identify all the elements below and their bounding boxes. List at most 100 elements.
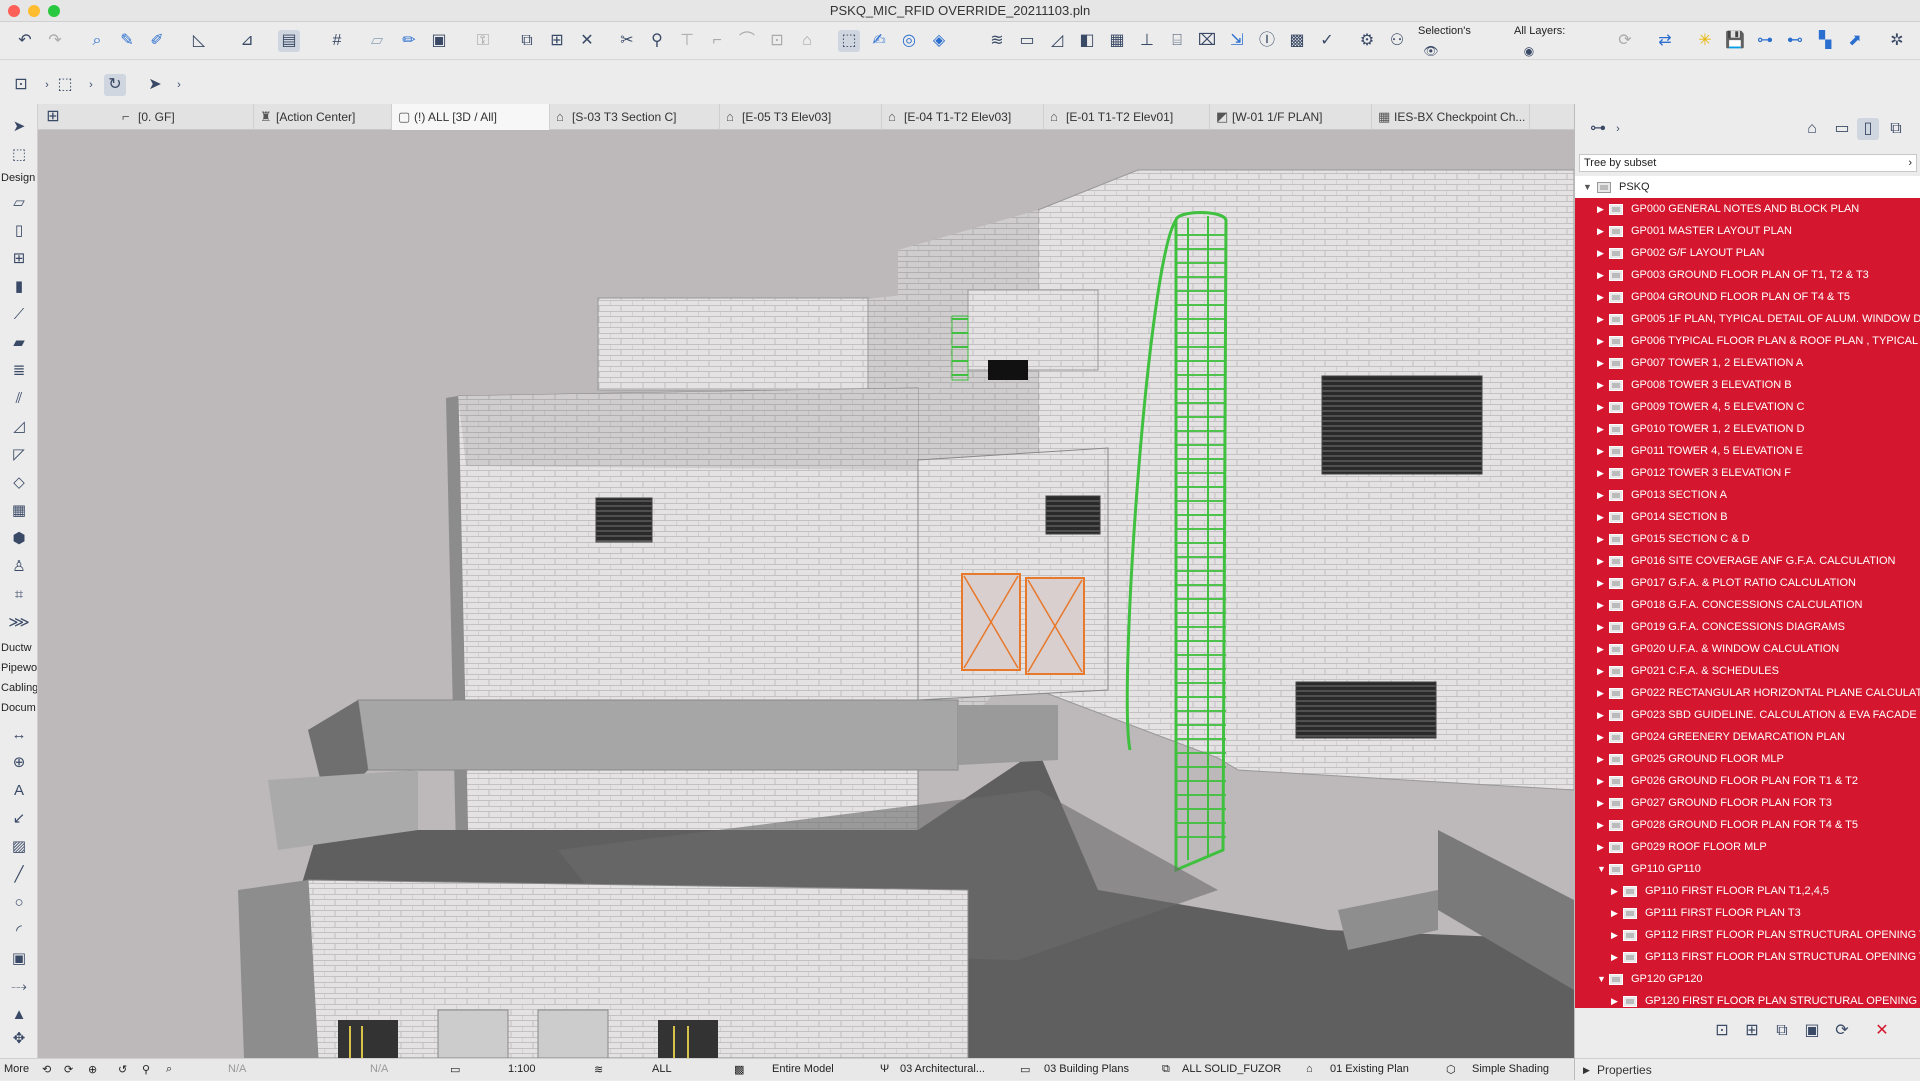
more-button[interactable]: More	[4, 1063, 29, 1075]
tree-item[interactable]: ▶ GP010 TOWER 1, 2 ELEVATION D	[1575, 418, 1920, 440]
renovation-icon[interactable]: ⚙	[1356, 30, 1378, 52]
offset-icon[interactable]: ⊤	[676, 30, 698, 52]
door-tool-icon[interactable]: ▯	[7, 220, 31, 242]
select-arrow-icon[interactable]: ➤	[7, 116, 31, 138]
stair-tool-icon[interactable]: ≣	[7, 360, 31, 382]
refresh-icon[interactable]: ⟳	[1614, 30, 1636, 52]
chevron-right-icon[interactable]: ▶	[1597, 198, 1604, 220]
tree-item[interactable]: ▶ GP022 RECTANGULAR HORIZONTAL PLANE CALC…	[1575, 682, 1920, 704]
zoom-in-icon[interactable]: ⊕	[88, 1063, 97, 1076]
chevron-right-icon[interactable]: ▶	[1597, 264, 1604, 286]
chevron-right-icon[interactable]: ▶	[1597, 462, 1604, 484]
snap-guide-icon[interactable]: ⊿	[236, 30, 258, 52]
figure-tool-icon[interactable]: ▣	[7, 948, 31, 970]
chevron-down-icon[interactable]: ▼	[1597, 968, 1606, 990]
chevron-right-icon[interactable]: ▶	[1597, 660, 1604, 682]
tab-view[interactable]: ⌂ [E-05 T3 Elev03]	[720, 104, 882, 130]
minimize-window-button[interactable]	[28, 5, 40, 17]
properties-toggle[interactable]: ▶ Properties	[1575, 1058, 1920, 1080]
curtain-wall-tool-icon[interactable]: ▦	[7, 500, 31, 522]
wall-tool-icon[interactable]: ▱	[7, 192, 31, 214]
chevron-right-icon[interactable]: ▶	[1597, 286, 1604, 308]
split-icon[interactable]: ✂	[616, 30, 638, 52]
tab-overview-icon[interactable]: ⊞	[42, 106, 64, 128]
tab-view[interactable]: ▦ IES-BX Checkpoint Ch...	[1372, 104, 1530, 130]
chevron-right-icon[interactable]: ▶	[1597, 814, 1604, 836]
dimension-icon[interactable]: ⊥	[1136, 30, 1158, 52]
spark-icon[interactable]: ✳	[1694, 30, 1716, 52]
marquee-icon[interactable]: ⬚	[7, 144, 31, 166]
toolbox-group-ductwork[interactable]: Ductw	[1, 642, 37, 654]
fill-tool-icon[interactable]: ▨	[7, 836, 31, 858]
new-layout-icon[interactable]: ⊡	[1711, 1020, 1733, 1042]
pencil-icon[interactable]: ✏	[398, 30, 420, 52]
layers-icon[interactable]: ⧉	[516, 30, 538, 52]
eye-icon[interactable]: 👁	[1420, 40, 1442, 62]
tree-item[interactable]: ▶ GP015 SECTION C & D	[1575, 528, 1920, 550]
window-tool-icon[interactable]: ⊞	[7, 248, 31, 270]
tree-item[interactable]: ▶ GP018 G.F.A. CONCESSIONS CALCULATION	[1575, 594, 1920, 616]
tree-item-child[interactable]: ▶ GP112 FIRST FLOOR PLAN STRUCTURAL OPENI…	[1575, 924, 1920, 946]
tree-item[interactable]: ▶ GP019 G.F.A. CONCESSIONS DIAGRAMS	[1575, 616, 1920, 638]
tree-item[interactable]: ▶ GP007 TOWER 1, 2 ELEVATION A	[1575, 352, 1920, 374]
beam-tool-icon[interactable]: ⟋	[7, 304, 31, 326]
tree-item[interactable]: ▶ GP000 GENERAL NOTES AND BLOCK PLAN	[1575, 198, 1920, 220]
renovation-value[interactable]: 01 Existing Plan	[1330, 1063, 1409, 1075]
trim-icon[interactable]: ⊞	[546, 30, 568, 52]
tree-item[interactable]: ▶ GP027 GROUND FLOOR PLAN FOR T3	[1575, 792, 1920, 814]
solid-ops-icon[interactable]: ◎	[898, 30, 920, 52]
grid-pattern-icon[interactable]: ▚	[1814, 30, 1836, 52]
tree-item[interactable]: ▶ GP021 C.F.A. & SCHEDULES	[1575, 660, 1920, 682]
undo-icon[interactable]: ↶	[14, 30, 36, 52]
walk-icon[interactable]: ⚲	[142, 1063, 150, 1076]
tab-view[interactable]: ⌂ [E-01 T1-T2 Elev01]	[1044, 104, 1210, 130]
chevron-down-icon[interactable]: ▼	[1597, 858, 1606, 880]
tree-item[interactable]: ▶ GP029 ROOF FLOOR MLP	[1575, 836, 1920, 858]
schedule-icon[interactable]: ▩	[1286, 30, 1308, 52]
chevron-right-icon[interactable]: ▶	[1611, 924, 1618, 946]
level-dimension-icon[interactable]: ⊕	[7, 752, 31, 774]
tree-item-child[interactable]: ▶ GP111 FIRST FLOOR PLAN T3	[1575, 902, 1920, 924]
tree-item[interactable]: ▶ GP008 TOWER 3 ELEVATION B	[1575, 374, 1920, 396]
polyline-tool-icon[interactable]: ◜	[7, 920, 31, 942]
check-icon[interactable]: ✓	[1316, 30, 1338, 52]
selection-marquee-icon[interactable]: ⬚	[54, 74, 76, 96]
mesh-tool-icon[interactable]: ⋙	[7, 612, 31, 634]
marquee-select-icon[interactable]: ⬚	[838, 30, 860, 52]
tab-view[interactable]: ▢ (!) ALL [3D / All]	[392, 104, 550, 130]
tree-item[interactable]: ▶ GP012 TOWER 3 ELEVATION F	[1575, 462, 1920, 484]
project-map-icon[interactable]: ⌂	[1801, 118, 1823, 140]
orbit-icon[interactable]: ↻	[104, 74, 126, 96]
chevron-right-icon[interactable]: ▶	[1597, 330, 1604, 352]
chevron-right-icon[interactable]: ▶	[1597, 836, 1604, 858]
grid-snap-icon[interactable]: #	[326, 30, 348, 52]
guide-line-icon[interactable]: ◺	[188, 30, 210, 52]
text-tool-icon[interactable]: A	[7, 780, 31, 802]
layout-book-icon[interactable]: ▯	[1857, 118, 1879, 140]
text-icon[interactable]: Ⓘ	[1256, 30, 1278, 52]
dimension-tool-icon[interactable]: ↔	[7, 724, 31, 746]
toolbox-group-document[interactable]: Docum	[1, 702, 37, 714]
chevron-right-icon[interactable]: ▶	[1611, 990, 1618, 1008]
tree-item[interactable]: ▶ GP014 SECTION B	[1575, 506, 1920, 528]
tree-item[interactable]: ▶ GP023 SBD GUIDELINE. CALCULATION & EVA …	[1575, 704, 1920, 726]
layer-stack-icon[interactable]: ≋	[986, 30, 1008, 52]
elevation-tool-icon[interactable]: ▲	[7, 1004, 31, 1026]
tree-item[interactable]: ▶ GP006 TYPICAL FLOOR PLAN & ROOF PLAN , …	[1575, 330, 1920, 352]
tree-item-child[interactable]: ▶ GP120 FIRST FLOOR PLAN STRUCTURAL OPENI…	[1575, 990, 1920, 1008]
intersect-icon[interactable]: ✕	[576, 30, 598, 52]
tree-item[interactable]: ▶ GP002 G/F LAYOUT PLAN	[1575, 242, 1920, 264]
line-type-icon[interactable]: ◿	[1046, 30, 1068, 52]
chevron-right-icon[interactable]: ▶	[1597, 594, 1604, 616]
zoom-window-button[interactable]	[48, 5, 60, 17]
clone-icon[interactable]: ⧉	[1771, 1020, 1793, 1042]
chevron-right-icon[interactable]: ▶	[1597, 770, 1604, 792]
chevron-right-icon[interactable]: ▶	[1597, 616, 1604, 638]
tree-item-child[interactable]: ▶ GP110 FIRST FLOOR PLAN T1,2,4,5	[1575, 880, 1920, 902]
tree-item[interactable]: ▼ GP120 GP120	[1575, 968, 1920, 990]
roof-tool-icon[interactable]: ◿	[7, 416, 31, 438]
zoom-out-icon[interactable]: ⟲	[42, 1063, 51, 1076]
arrow-pointer-icon[interactable]: ➤	[144, 74, 166, 96]
chevron-right-icon[interactable]: ▶	[1597, 572, 1604, 594]
curve-icon[interactable]: ⌒	[736, 30, 758, 52]
